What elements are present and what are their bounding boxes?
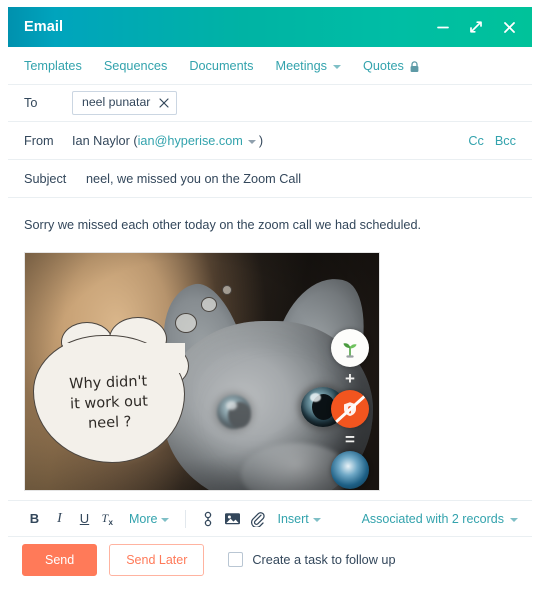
paperclip-icon[interactable] <box>245 506 270 531</box>
chevron-down-icon <box>161 517 170 522</box>
subject-field-row[interactable]: Subject neel, we missed you on the Zoom … <box>8 159 532 197</box>
email-compose-window: Email Templates Sequences Documents Meet… <box>8 7 532 582</box>
personalize-token-icon[interactable] <box>195 506 220 531</box>
tab-quotes[interactable]: Quotes <box>352 59 431 73</box>
insert-image-icon[interactable] <box>220 506 245 531</box>
tab-sequences-label: Sequences <box>103 58 168 73</box>
from-name: Ian Naylor ( <box>72 133 138 148</box>
editor-toolbar: B I U T x More Insert Associated with 2 … <box>8 500 532 536</box>
equals-operator: = <box>345 430 355 450</box>
create-task-label: Create a task to follow up <box>252 552 396 567</box>
email-body-editor[interactable]: Sorry we missed each other today on the … <box>8 197 532 500</box>
bcc-link[interactable]: Bcc <box>495 134 516 148</box>
from-field-row: From Ian Naylor ( ian@hyperise.com ) Cc … <box>8 121 532 159</box>
window-title: Email <box>24 19 64 35</box>
plus-operator: + <box>345 369 355 389</box>
create-task-checkbox-group[interactable]: Create a task to follow up <box>228 552 396 567</box>
to-field-row[interactable]: To neel punatar <box>8 84 532 121</box>
thought-dot-small <box>222 285 232 296</box>
underline-button[interactable]: U <box>72 506 97 531</box>
cc-link[interactable]: Cc <box>468 134 484 148</box>
close-button[interactable] <box>500 18 518 36</box>
tab-quotes-label: Quotes <box>362 58 404 73</box>
tab-documents-label: Documents <box>189 58 254 73</box>
from-email[interactable]: ian@hyperise.com <box>138 134 243 148</box>
more-label: More <box>129 511 158 526</box>
window-titlebar: Email <box>8 7 532 47</box>
chevron-down-icon <box>312 517 321 522</box>
more-formatting-button[interactable]: More <box>122 512 176 526</box>
kitten-eye-left <box>217 395 251 430</box>
lock-icon <box>409 60 420 73</box>
insert-button[interactable]: Insert <box>270 512 327 526</box>
from-value[interactable]: Ian Naylor ( ian@hyperise.com ) <box>72 134 263 148</box>
chevron-down-icon <box>332 64 341 69</box>
thought-dot-large <box>175 313 197 334</box>
tab-templates-label: Templates <box>24 58 82 73</box>
recipient-chip-label: neel punatar <box>82 95 151 109</box>
orange-slash-icon <box>331 390 369 429</box>
thought-dot-medium <box>201 297 217 313</box>
tab-meetings[interactable]: Meetings <box>265 59 352 73</box>
subject-label: Subject <box>24 171 67 186</box>
from-label: From <box>24 133 54 148</box>
expand-diagonal-button[interactable] <box>467 18 485 36</box>
from-close-paren: ) <box>258 133 264 148</box>
toolbar-divider <box>185 509 187 528</box>
blue-circle-icon <box>331 451 369 490</box>
tab-templates[interactable]: Templates <box>24 59 93 73</box>
chevron-down-icon[interactable] <box>247 139 256 144</box>
bubble-text: Why didn't it work out neel ? <box>32 370 186 436</box>
associated-records-label: Associated with 2 records <box>361 511 504 526</box>
bubble-seam-mask <box>63 343 185 374</box>
slash-line <box>332 391 369 426</box>
embedded-kitten-image[interactable]: Why didn't it work out neel ? + = <box>24 252 380 492</box>
create-task-checkbox[interactable] <box>228 552 244 567</box>
insert-label: Insert <box>277 511 309 526</box>
svg-text:x: x <box>109 518 114 526</box>
tab-documents[interactable]: Documents <box>178 59 264 73</box>
tab-meetings-label: Meetings <box>275 58 327 73</box>
minimize-button[interactable] <box>434 18 452 36</box>
tool-tabbar: Templates Sequences Documents Meetings Q… <box>8 47 532 84</box>
window-controls <box>434 18 518 36</box>
send-button[interactable]: Send <box>22 543 98 576</box>
chevron-down-icon <box>510 517 518 522</box>
tab-sequences[interactable]: Sequences <box>93 59 179 73</box>
send-later-button[interactable]: Send Later <box>109 543 205 576</box>
thought-bubble: Why didn't it work out neel ? <box>32 317 189 464</box>
to-label: To <box>24 96 38 110</box>
subject-input[interactable]: neel, we missed you on the Zoom Call <box>86 172 301 186</box>
image-overlay-icons: + = <box>329 329 371 490</box>
remove-recipient-icon[interactable] <box>159 98 169 108</box>
italic-button[interactable]: I <box>47 506 72 531</box>
body-paragraph: Sorry we missed each other today on the … <box>24 218 422 232</box>
clear-formatting-button[interactable]: T x <box>97 506 122 531</box>
bold-button[interactable]: B <box>22 506 47 531</box>
seedling-icon <box>331 329 369 368</box>
cc-bcc-group: Cc Bcc <box>468 134 516 148</box>
recipient-chip[interactable]: neel punatar <box>72 91 178 115</box>
compose-footer: Send Send Later Create a task to follow … <box>8 536 532 582</box>
associated-records-button[interactable]: Associated with 2 records <box>362 512 518 526</box>
